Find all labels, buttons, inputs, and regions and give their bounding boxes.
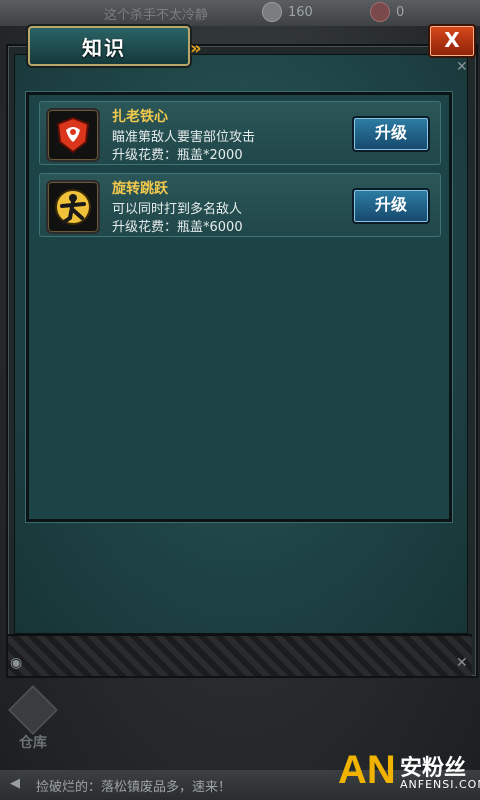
upgrade-button[interactable]: 升级 (352, 188, 430, 224)
hazard-floor-panel (8, 634, 472, 676)
warehouse-button[interactable]: 仓库 (6, 684, 60, 754)
resource-2-value: 0 (396, 4, 405, 20)
skill-icon-frame (46, 180, 100, 234)
skill-icon-frame (46, 108, 100, 162)
site-watermark: AN 安粉丝 ANFENSI.COM (338, 748, 480, 798)
spinning-jump-icon (55, 189, 91, 225)
skill-cost: 升级花费：瓶盖*2000 (112, 148, 243, 163)
coin-icon (262, 2, 282, 22)
top-status-bar: 这个杀手不太冷静 160 0 (0, 0, 480, 26)
skill-list: 扎老铁心 瞄准第敌人要害部位攻击 升级花费：瓶盖*2000 升级 旋转跳跃 可以… (26, 92, 452, 522)
skill-cost: 升级花费：瓶盖*6000 (112, 220, 243, 235)
skill-row: 旋转跳跃 可以同时打到多名敌人 升级花费：瓶盖*6000 升级 (39, 173, 441, 237)
corner-bolt-icon: ✕ (456, 655, 468, 671)
speaker-icon: ◀ (10, 776, 20, 791)
dialog-title: 知识 (82, 36, 126, 60)
close-button[interactable]: X (428, 24, 476, 58)
heart-target-icon (56, 116, 90, 154)
resource-1-value: 160 (288, 4, 313, 20)
ticker-text: 捡破烂的：落松镇废品多，速来！ (36, 780, 232, 795)
skill-name: 旋转跳跃 (112, 181, 168, 197)
skill-row: 扎老铁心 瞄准第敌人要害部位攻击 升级花费：瓶盖*2000 升级 (39, 101, 441, 165)
skill-description: 瞄准第敌人要害部位攻击 (112, 130, 256, 145)
dialog-title-tab: 知识 (28, 26, 190, 66)
corner-bolt-icon: ◉ (10, 655, 23, 671)
crate-icon (8, 685, 58, 735)
chevron-right-icon: » (190, 38, 202, 59)
watermark-en: ANFENSI.COM (400, 778, 480, 791)
resource-counter-1: 160 (262, 2, 313, 22)
corner-bolt-icon: ✕ (456, 59, 468, 75)
upgrade-button[interactable]: 升级 (352, 116, 430, 152)
top-message: 这个杀手不太冷静 (104, 8, 209, 23)
gem-icon (370, 2, 390, 22)
skill-name: 扎老铁心 (112, 109, 168, 125)
warehouse-label: 仓库 (19, 735, 47, 751)
resource-counter-2: 0 (370, 2, 404, 22)
watermark-logo: AN (338, 748, 396, 792)
skill-description: 可以同时打到多名敌人 (112, 202, 243, 217)
